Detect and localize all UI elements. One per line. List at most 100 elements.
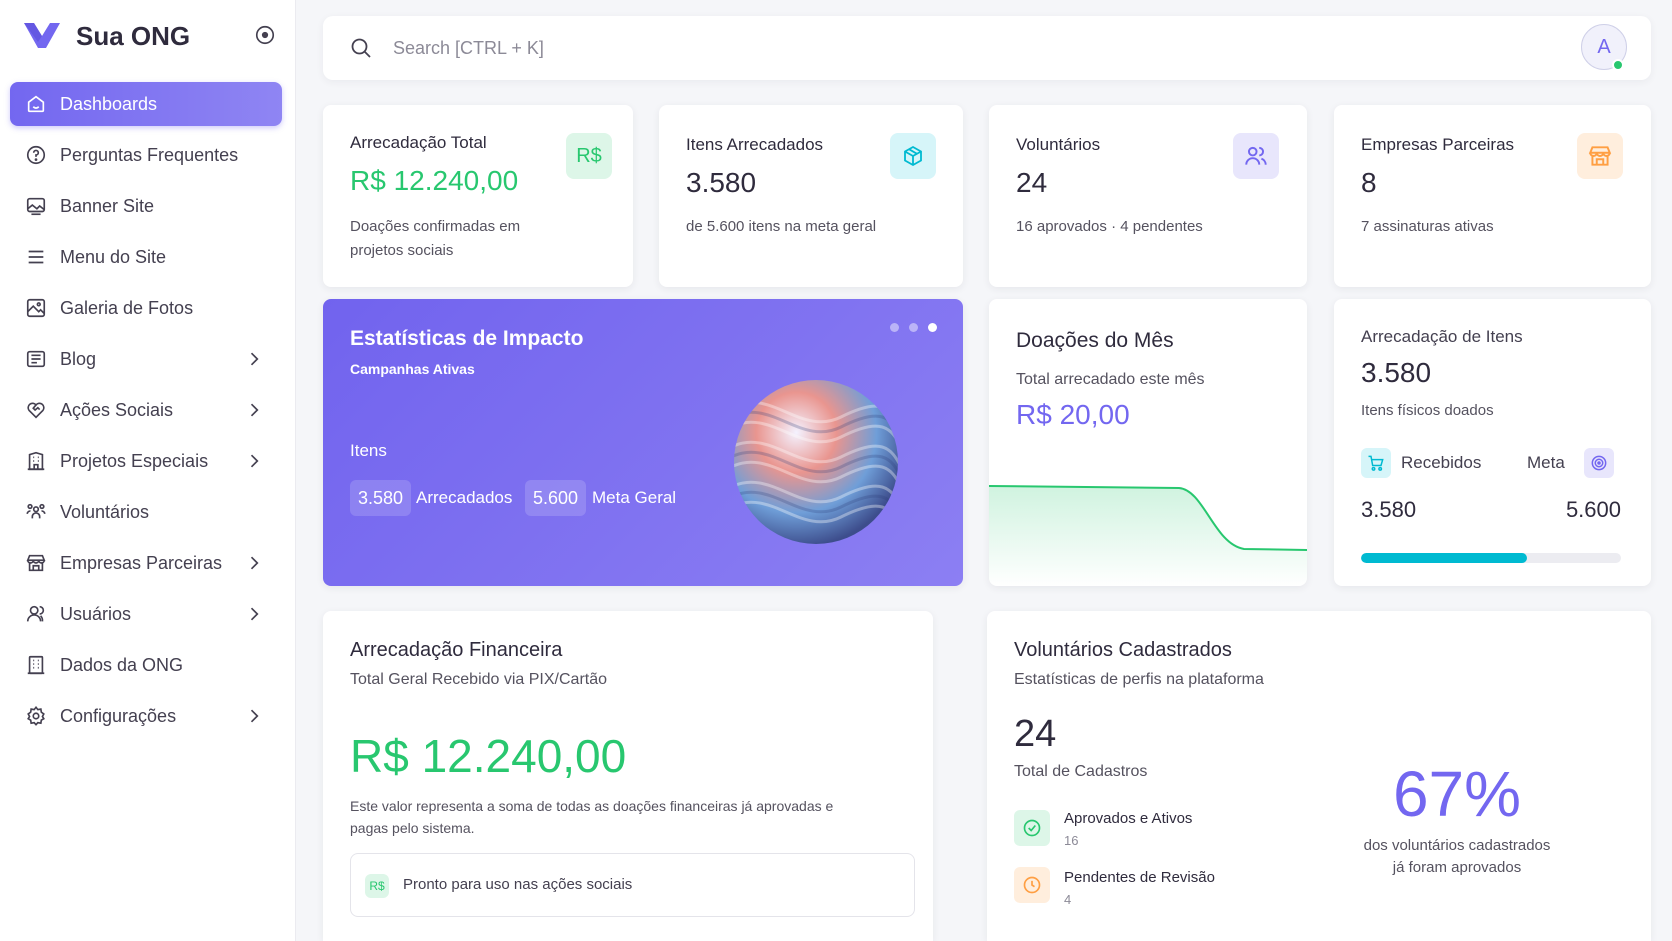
sidebar-item-label: Blog bbox=[60, 348, 97, 369]
online-status-indicator bbox=[1612, 59, 1624, 71]
article-icon bbox=[24, 347, 48, 371]
monthly-trend-sparkline bbox=[989, 485, 1307, 586]
sidebar-item-galeria-de-fotos[interactable]: Galeria de Fotos bbox=[10, 286, 282, 330]
sidebar-item-label: Usuários bbox=[60, 603, 132, 624]
building-office-icon bbox=[24, 653, 48, 677]
received-label: Recebidos bbox=[1401, 453, 1482, 472]
monthly-value: R$ 20,00 bbox=[1016, 399, 1130, 430]
sidebar-item-acoes-sociais[interactable]: Ações Sociais bbox=[10, 388, 282, 432]
approved-value: 16 bbox=[1064, 833, 1079, 848]
monthly-label: Total arrecadado este mês bbox=[1016, 371, 1205, 388]
approval-percent: 67% bbox=[1392, 758, 1522, 830]
help-circle-icon bbox=[24, 143, 48, 167]
sidebar-item-banner-site[interactable]: Banner Site bbox=[10, 184, 282, 228]
currency-badge-text: R$ bbox=[576, 144, 602, 167]
sidebar-item-label: Projetos Especiais bbox=[60, 450, 209, 471]
volunteers-subtitle: Estatísticas de perfis na plataforma bbox=[1014, 671, 1264, 688]
users-group-icon bbox=[24, 500, 48, 524]
sidebar-item-label: Galeria de Fotos bbox=[60, 297, 194, 318]
sidebar-item-label: Voluntários bbox=[60, 501, 150, 522]
sidebar-item-dashboards[interactable]: Dashboards bbox=[10, 82, 282, 126]
sidebar-item-label: Banner Site bbox=[60, 195, 155, 216]
chevron-right-icon bbox=[250, 607, 259, 621]
sidebar-item-dados-da-ong[interactable]: Dados da ONG bbox=[10, 643, 282, 687]
collected-value-pill: 3.580 bbox=[350, 480, 412, 516]
financial-value: R$ 12.240,00 bbox=[350, 730, 627, 782]
sidebar-item-configuracoes[interactable]: Configurações bbox=[10, 694, 282, 738]
users-icon bbox=[1233, 133, 1279, 179]
goal-label: Meta Geral bbox=[592, 488, 677, 507]
stat-title: Itens Arrecadados bbox=[686, 135, 824, 154]
sidebar-item-empresas-parceiras[interactable]: Empresas Parceiras bbox=[10, 541, 282, 585]
items-collection-card: Arrecadação de Itens 3.580 Itens físicos… bbox=[1334, 299, 1651, 586]
sidebar-item-usuarios[interactable]: Usuários bbox=[10, 592, 282, 636]
impact-title: Estatísticas de Impacto bbox=[350, 327, 584, 350]
chevron-right-icon bbox=[250, 709, 259, 723]
store-icon bbox=[1577, 133, 1623, 179]
brand[interactable]: Sua ONG bbox=[22, 18, 190, 54]
approval-label-line-1: dos voluntários cadastrados bbox=[1363, 837, 1551, 854]
sidebar-item-perguntas-frequentes[interactable]: Perguntas Frequentes bbox=[10, 133, 282, 177]
volunteers-total-label: Total de Cadastros bbox=[1014, 763, 1148, 780]
settings-icon bbox=[24, 704, 48, 728]
stat-card-voluntarios: Voluntários 24 16 aprovados · 4 pendente… bbox=[989, 105, 1307, 287]
impact-stats-carousel: Estatísticas de Impacto Campanhas Ativas… bbox=[323, 299, 963, 586]
stat-value: 24 bbox=[1016, 167, 1048, 198]
volunteers-title: Voluntários Cadastrados bbox=[1014, 639, 1232, 661]
brand-name: Sua ONG bbox=[76, 20, 191, 51]
chevron-right-icon bbox=[250, 556, 259, 570]
search-input[interactable] bbox=[393, 32, 993, 64]
sidebar-item-label: Ações Sociais bbox=[60, 399, 174, 420]
pending-label: Pendentes de Revisão bbox=[1064, 869, 1215, 886]
sidebar-item-label: Dados da ONG bbox=[60, 654, 184, 675]
top-bar: A bbox=[323, 16, 1651, 80]
currency-badge: R$ bbox=[566, 133, 612, 179]
pending-value: 4 bbox=[1064, 892, 1072, 907]
items-value: 3.580 bbox=[1361, 357, 1432, 388]
stat-description: Doações confirmadas em projetos sociais bbox=[350, 218, 521, 259]
stat-title: Empresas Parceiras bbox=[1361, 135, 1515, 154]
goal-value-pill: 5.600 bbox=[525, 480, 587, 516]
check-circle-icon bbox=[1014, 810, 1050, 846]
carousel-dot-3[interactable] bbox=[928, 323, 937, 332]
sidebar-item-blog[interactable]: Blog bbox=[10, 337, 282, 381]
stat-description: 7 assinaturas ativas bbox=[1361, 218, 1494, 235]
search-icon[interactable] bbox=[349, 36, 373, 60]
image-icon bbox=[24, 194, 48, 218]
brand-logo-icon bbox=[24, 23, 60, 48]
stat-value: 8 bbox=[1361, 167, 1377, 198]
chevron-right-icon bbox=[250, 403, 259, 417]
sidebar-item-label: Empresas Parceiras bbox=[60, 552, 223, 573]
financial-note-box: R$ Pronto para uso nas ações sociais bbox=[350, 853, 915, 917]
goal-value: 5.600 bbox=[1565, 497, 1621, 522]
clock-icon bbox=[1014, 867, 1050, 903]
sidebar-item-menu-do-site[interactable]: Menu do Site bbox=[10, 235, 282, 279]
financial-description: Este valor representa a soma de todas as… bbox=[350, 798, 834, 836]
collapse-sidebar-icon[interactable] bbox=[254, 24, 276, 46]
sidebar-nav: Dashboards Perguntas Frequentes Banner S… bbox=[10, 82, 282, 745]
carousel-dot-1[interactable] bbox=[890, 323, 899, 332]
box-icon bbox=[890, 133, 936, 179]
stat-value: R$ 12.240,00 bbox=[350, 165, 519, 196]
financial-collection-card: Arrecadação Financeira Total Geral Receb… bbox=[323, 611, 933, 941]
carousel-dot-2[interactable] bbox=[909, 323, 918, 332]
heart-handshake-icon bbox=[24, 398, 48, 422]
menu-icon bbox=[24, 245, 48, 269]
sidebar-item-voluntarios[interactable]: Voluntários bbox=[10, 490, 282, 534]
volunteers-total: 24 bbox=[1014, 713, 1057, 755]
home-icon bbox=[24, 92, 48, 116]
registered-volunteers-card: Voluntários Cadastrados Estatísticas de … bbox=[987, 611, 1651, 941]
items-sub: Itens físicos doados bbox=[1361, 402, 1494, 419]
items-progress-fill bbox=[1361, 553, 1528, 563]
currency-mini-badge-text: R$ bbox=[369, 879, 385, 893]
approval-label-line-2: já foram aprovados bbox=[1392, 859, 1522, 876]
target-icon bbox=[1584, 448, 1614, 478]
user-icon bbox=[24, 602, 48, 626]
approved-label: Aprovados e Ativos bbox=[1064, 810, 1193, 827]
avatar-initial: A bbox=[1597, 35, 1611, 58]
sidebar-item-projetos-especiais[interactable]: Projetos Especiais bbox=[10, 439, 282, 483]
collected-label: Arrecadados bbox=[416, 488, 513, 507]
stat-card-arrecadacao-total: Arrecadação Total R$ 12.240,00 Doações c… bbox=[323, 105, 633, 287]
cart-icon bbox=[1361, 448, 1391, 478]
items-progress-bar bbox=[1361, 553, 1621, 563]
